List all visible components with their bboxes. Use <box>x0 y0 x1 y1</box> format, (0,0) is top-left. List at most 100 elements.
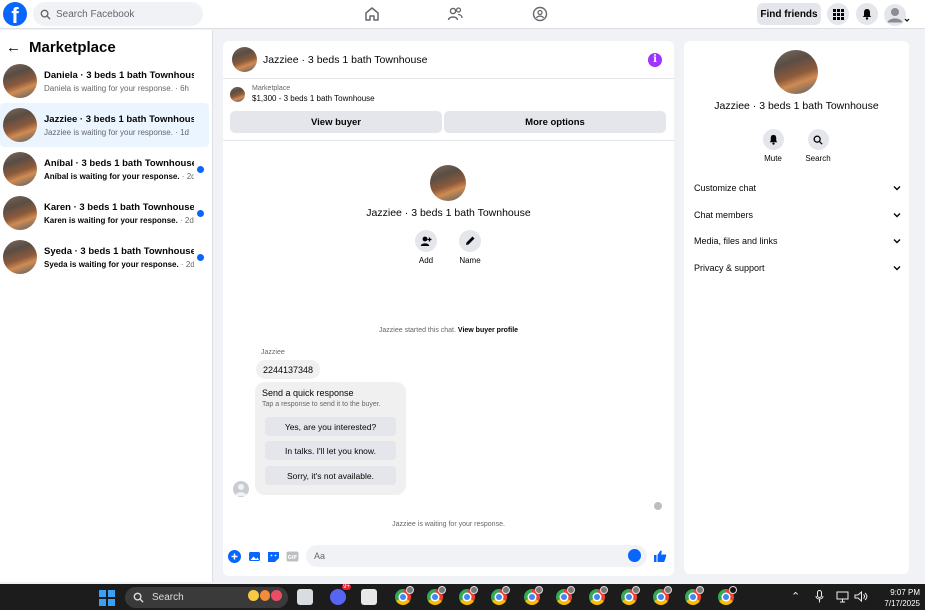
clock-date: 7/17/2025 <box>884 599 920 608</box>
conversation-syeda[interactable]: Syeda · 3 beds 1 bath Townhouse Syeda is… <box>0 235 209 279</box>
quick-reply-not-available[interactable]: Sorry, it's not available. <box>265 466 396 485</box>
chat-members-section[interactable]: Chat members <box>694 207 901 223</box>
chrome-profile-icon[interactable] <box>621 586 640 605</box>
add-label: Add <box>418 256 434 265</box>
info-icon[interactable]: i <box>648 53 662 67</box>
chat-header: Jazziee · 3 beds 1 bath Townhouse i <box>223 41 674 79</box>
chevron-down-icon <box>893 186 901 191</box>
mute-label: Mute <box>764 154 782 163</box>
chevron-down-icon <box>893 239 901 244</box>
conversation-jazziee[interactable]: Jazziee · 3 beds 1 bath Townhouse Jazzie… <box>0 103 209 147</box>
windows-start-icon[interactable] <box>99 590 115 606</box>
listing-thumbnail <box>3 64 37 98</box>
network-icon[interactable] <box>836 590 849 603</box>
friends-icon[interactable] <box>447 6 463 22</box>
bell-icon <box>862 9 872 20</box>
chrome-profile-icon[interactable] <box>427 586 446 605</box>
marketplace-conversation-list: ← Marketplace Daniela · 3 beds 1 bath To… <box>0 30 213 582</box>
chrome-profile-icon[interactable] <box>589 586 608 605</box>
top-navigation-bar: f Search Facebook Find friends <box>0 0 925 29</box>
listing-thumbnail <box>3 196 37 230</box>
name-label: Name <box>459 256 481 265</box>
chrome-profile-icon[interactable] <box>459 586 478 605</box>
chat-details-panel: Jazziee · 3 beds 1 bath Townhouse Mute S… <box>684 41 909 574</box>
photo-icon[interactable] <box>248 550 261 563</box>
sender-avatar-icon <box>233 481 249 497</box>
find-friends-button[interactable]: Find friends <box>757 3 821 25</box>
more-options-button[interactable]: More options <box>444 111 666 133</box>
search-label: Search <box>805 154 831 163</box>
conversation-title: Jazziee · 3 beds 1 bath Townhouse <box>44 113 194 125</box>
svg-text:GIF: GIF <box>288 555 297 561</box>
name-button[interactable]: Name <box>450 230 490 265</box>
menu-grid-icon <box>832 8 844 20</box>
back-arrow-icon[interactable]: ← <box>6 39 21 56</box>
privacy-support-section[interactable]: Privacy & support <box>694 260 901 276</box>
conversation-daniela[interactable]: Daniela · 3 beds 1 bath Townhouse Daniel… <box>0 59 209 103</box>
emoji-icon[interactable] <box>628 549 641 562</box>
view-buyer-button[interactable]: View buyer <box>230 111 442 133</box>
chat-avatar[interactable] <box>232 47 257 72</box>
taskbar-search-label: Search <box>152 592 184 603</box>
section-label: Chat members <box>694 210 754 220</box>
listing-summary[interactable]: Marketplace $1,300 - 3 beds 1 bath Townh… <box>230 85 375 103</box>
quick-response-card: Send a quick response Tap a response to … <box>255 382 406 495</box>
bell-icon <box>769 134 777 145</box>
notifications-button[interactable] <box>856 3 878 25</box>
discord-icon[interactable]: 9+ <box>330 584 351 605</box>
chevron-up-icon[interactable]: ⌃ <box>791 590 800 603</box>
conversation-title: Karen · 3 beds 1 bath Townhouse <box>44 201 194 213</box>
menu-grid-button[interactable] <box>827 3 849 25</box>
snipping-tool-icon[interactable] <box>361 589 377 605</box>
home-icon[interactable] <box>364 6 380 22</box>
message-input[interactable]: Aa <box>306 545 647 567</box>
view-buyer-profile-link[interactable]: View buyer profile <box>458 327 518 334</box>
facebook-logo-icon[interactable]: f <box>3 2 27 26</box>
search-in-chat-button[interactable]: Search <box>798 129 838 163</box>
plus-circle-icon[interactable] <box>228 550 241 563</box>
chrome-profile-icon[interactable] <box>524 586 543 605</box>
chrome-profile-icon[interactable] <box>491 586 510 605</box>
listing-thumbnail <box>3 152 37 186</box>
quick-reply-interested[interactable]: Yes, are you interested? <box>265 417 396 436</box>
quick-reply-in-talks[interactable]: In talks. I'll let you know. <box>265 441 396 460</box>
section-label: Customize chat <box>694 183 757 193</box>
chrome-profile-icon[interactable] <box>718 586 737 605</box>
listing-label: Marketplace <box>252 85 291 92</box>
chrome-profile-icon[interactable] <box>395 586 414 605</box>
account-avatar-icon[interactable] <box>884 3 910 27</box>
chat-profile-title: Jazziee · 3 beds 1 bath Townhouse <box>366 207 531 219</box>
chat-panel: Jazziee · 3 beds 1 bath Townhouse i Mark… <box>223 41 674 576</box>
search-facebook-input[interactable]: Search Facebook <box>33 2 203 26</box>
add-button[interactable]: Add <box>406 230 446 265</box>
message-sender-name: Jazziee <box>261 349 285 356</box>
groups-icon[interactable] <box>532 6 548 22</box>
chrome-profile-icon[interactable] <box>653 586 672 605</box>
conversation-karen[interactable]: Karen · 3 beds 1 bath Townhouse Karen is… <box>0 191 209 235</box>
section-label: Media, files and links <box>694 236 778 246</box>
customize-chat-section[interactable]: Customize chat <box>694 180 901 196</box>
conversation-subtitle: Syeda is waiting for your response. · 2d <box>44 259 194 269</box>
system-clock[interactable]: 9:07 PM 7/17/2025 <box>878 587 920 609</box>
conversation-title: Syeda · 3 beds 1 bath Townhouse <box>44 245 194 257</box>
conversation-title: Aníbal · 3 beds 1 bath Townhouse <box>44 157 194 169</box>
microphone-icon[interactable] <box>815 590 824 603</box>
details-avatar <box>774 50 818 94</box>
pencil-icon <box>466 236 475 245</box>
chat-title[interactable]: Jazziee · 3 beds 1 bath Townhouse <box>263 54 427 66</box>
chat-profile-avatar <box>430 165 466 201</box>
volume-icon[interactable] <box>854 590 868 603</box>
mute-button[interactable]: Mute <box>753 129 793 163</box>
media-files-links-section[interactable]: Media, files and links <box>694 233 901 249</box>
gif-icon[interactable]: GIF <box>286 550 299 563</box>
divider <box>223 140 674 141</box>
like-thumb-icon[interactable] <box>653 549 667 563</box>
conversation-anibal[interactable]: Aníbal · 3 beds 1 bath Townhouse Aníbal … <box>0 147 209 191</box>
file-explorer-icon[interactable] <box>297 589 313 605</box>
page-title: Marketplace <box>29 39 116 56</box>
conversation-subtitle: Jazziee is waiting for your response. · … <box>44 127 189 137</box>
details-title: Jazziee · 3 beds 1 bath Townhouse <box>714 100 879 112</box>
chrome-profile-icon[interactable] <box>685 586 704 605</box>
chrome-profile-icon[interactable] <box>556 586 575 605</box>
sticker-icon[interactable] <box>267 550 280 563</box>
